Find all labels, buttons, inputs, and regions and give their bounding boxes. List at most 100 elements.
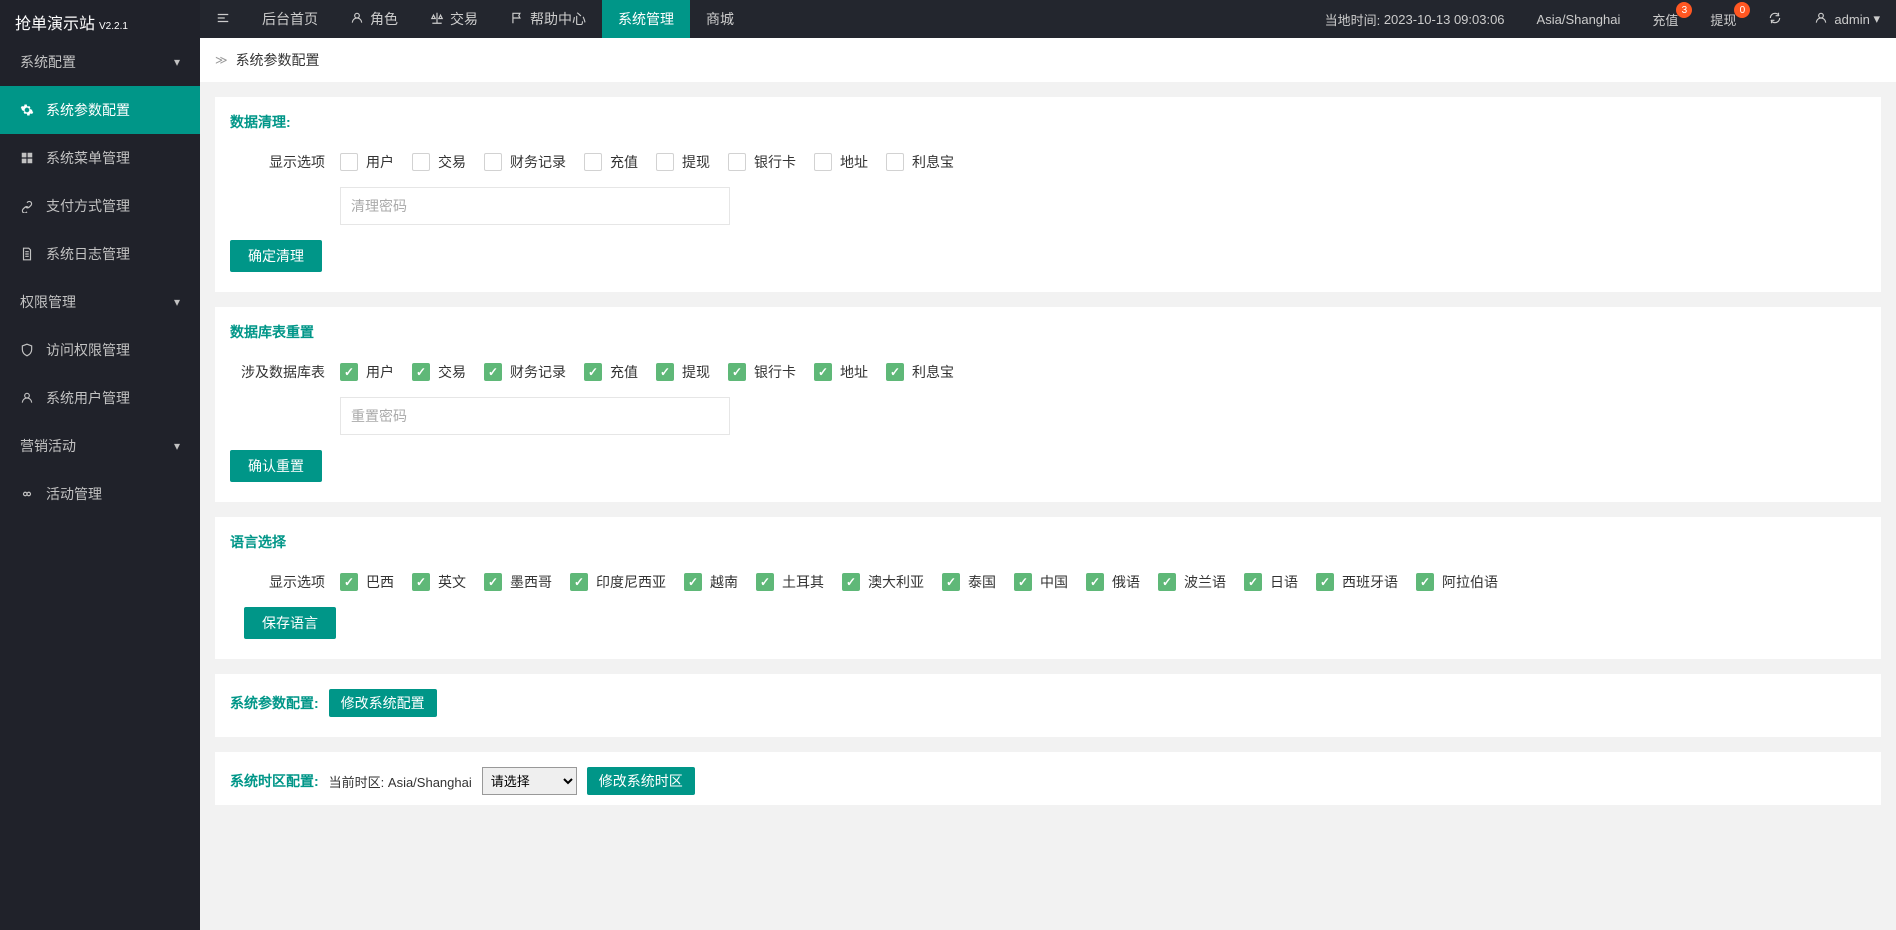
checkbox-checked-icon <box>842 573 860 591</box>
checkbox-recharge[interactable]: 充值 <box>584 362 638 382</box>
checkbox-lang[interactable]: 俄语 <box>1086 572 1140 592</box>
checkbox-label: 用户 <box>366 362 394 382</box>
topnav-item-home[interactable]: 后台首页 <box>246 0 334 38</box>
language-options: 巴西 英文 墨西哥 印度尼西亚 越南 土耳其 澳大利亚 泰国 中国 俄语 波兰语… <box>340 572 1498 592</box>
topnav-label: 系统管理 <box>618 9 674 29</box>
checkbox-checked-icon <box>484 363 502 381</box>
sidebar-item-system-params[interactable]: 系统参数配置 <box>0 86 200 134</box>
checkbox-label: 澳大利亚 <box>868 572 924 592</box>
checkbox-trade[interactable]: 交易 <box>412 152 466 172</box>
refresh-button[interactable] <box>1752 0 1798 38</box>
timezone-value: Asia/Shanghai <box>1537 12 1621 27</box>
checkbox-checked-icon <box>1086 573 1104 591</box>
checkbox-user[interactable]: 用户 <box>340 362 394 382</box>
checkbox-checked-icon <box>584 363 602 381</box>
menu-group-label: 系统配置 <box>20 52 76 72</box>
topnav-item-help[interactable]: 帮助中心 <box>494 0 602 38</box>
checkbox-lang[interactable]: 日语 <box>1244 572 1298 592</box>
checkbox-lang[interactable]: 阿拉伯语 <box>1416 572 1498 592</box>
menu-group-system-config[interactable]: 系统配置 ▾ <box>0 38 200 86</box>
form-label: 显示选项 <box>230 152 340 172</box>
logo-version: V2.2.1 <box>99 21 128 32</box>
checkbox-withdraw[interactable]: 提现 <box>656 362 710 382</box>
chevron-down-icon: ▾ <box>174 439 180 453</box>
sidebar-toggle[interactable] <box>200 0 246 38</box>
checkbox-label: 银行卡 <box>754 362 796 382</box>
checkbox-label: 银行卡 <box>754 152 796 172</box>
sidebar-item-label: 系统参数配置 <box>46 100 130 120</box>
sidebar-item-system-users[interactable]: 系统用户管理 <box>0 374 200 422</box>
checkbox-lang[interactable]: 印度尼西亚 <box>570 572 666 592</box>
sidebar-item-access-perm[interactable]: 访问权限管理 <box>0 326 200 374</box>
sidebar-item-label: 系统菜单管理 <box>46 148 130 168</box>
checkbox-checked-icon <box>1244 573 1262 591</box>
clean-password-input[interactable] <box>340 187 730 225</box>
checkbox-lang[interactable]: 巴西 <box>340 572 394 592</box>
main-area: 后台首页 角色 交易 帮助中心 系统管理 商城 当地时间: 2023-10-13… <box>200 0 1896 930</box>
shield-icon <box>20 343 36 357</box>
checkbox-label: 充值 <box>610 362 638 382</box>
sidebar-item-system-menu[interactable]: 系统菜单管理 <box>0 134 200 182</box>
topnav-item-role[interactable]: 角色 <box>334 0 414 38</box>
checkbox-icon <box>484 153 502 171</box>
modify-system-config-button[interactable]: 修改系统配置 <box>329 689 437 717</box>
checkbox-lang[interactable]: 西班牙语 <box>1316 572 1398 592</box>
topnav-label: 商城 <box>706 9 734 29</box>
checkbox-trade[interactable]: 交易 <box>412 362 466 382</box>
flag-icon <box>510 11 524 28</box>
menu-group-permissions[interactable]: 权限管理 ▾ <box>0 278 200 326</box>
topnav-item-system[interactable]: 系统管理 <box>602 0 690 38</box>
checkbox-icon <box>886 153 904 171</box>
recharge-badge: 3 <box>1676 2 1692 18</box>
checkbox-lang[interactable]: 土耳其 <box>756 572 824 592</box>
checkbox-user[interactable]: 用户 <box>340 152 394 172</box>
checkbox-finance[interactable]: 财务记录 <box>484 152 566 172</box>
checkbox-lang[interactable]: 泰国 <box>942 572 996 592</box>
sidebar-item-activity[interactable]: 活动管理 <box>0 470 200 518</box>
checkbox-lang[interactable]: 墨西哥 <box>484 572 552 592</box>
modify-timezone-button[interactable]: 修改系统时区 <box>587 767 695 795</box>
checkbox-label: 英文 <box>438 572 466 592</box>
checkbox-interest[interactable]: 利息宝 <box>886 362 954 382</box>
scale-icon <box>430 11 444 28</box>
save-language-button[interactable]: 保存语言 <box>244 607 336 639</box>
clean-submit-button[interactable]: 确定清理 <box>230 240 322 272</box>
checkbox-checked-icon <box>412 363 430 381</box>
checkbox-lang[interactable]: 越南 <box>684 572 738 592</box>
chevron-down-icon: ▾ <box>1873 11 1880 27</box>
topnav-item-trade[interactable]: 交易 <box>414 0 494 38</box>
checkbox-label: 泰国 <box>968 572 996 592</box>
checkbox-recharge[interactable]: 充值 <box>584 152 638 172</box>
user-menu[interactable]: admin ▾ <box>1798 0 1896 38</box>
checkbox-checked-icon <box>942 573 960 591</box>
reset-submit-button[interactable]: 确认重置 <box>230 450 322 482</box>
menu-group-marketing[interactable]: 营销活动 ▾ <box>0 422 200 470</box>
reset-password-input[interactable] <box>340 397 730 435</box>
topnav-item-mall[interactable]: 商城 <box>690 0 750 38</box>
timezone-select[interactable]: 请选择 <box>482 767 577 795</box>
form-label: 涉及数据库表 <box>230 362 340 382</box>
sidebar-item-system-log[interactable]: 系统日志管理 <box>0 230 200 278</box>
checkbox-lang[interactable]: 波兰语 <box>1158 572 1226 592</box>
checkbox-label: 西班牙语 <box>1342 572 1398 592</box>
menu-group-label: 营销活动 <box>20 436 76 456</box>
checkbox-bankcard[interactable]: 银行卡 <box>728 152 796 172</box>
sidebar-item-payment[interactable]: 支付方式管理 <box>0 182 200 230</box>
checkbox-lang[interactable]: 澳大利亚 <box>842 572 924 592</box>
doc-icon <box>20 247 36 261</box>
checkbox-bankcard[interactable]: 银行卡 <box>728 362 796 382</box>
checkbox-checked-icon <box>570 573 588 591</box>
checkbox-lang[interactable]: 中国 <box>1014 572 1068 592</box>
checkbox-interest[interactable]: 利息宝 <box>886 152 954 172</box>
infinity-icon <box>20 487 36 501</box>
panel-sys-param: 系统参数配置: 修改系统配置 <box>215 674 1881 737</box>
checkbox-finance[interactable]: 财务记录 <box>484 362 566 382</box>
checkbox-lang[interactable]: 英文 <box>412 572 466 592</box>
checkbox-withdraw[interactable]: 提现 <box>656 152 710 172</box>
topnav-recharge[interactable]: 充值 3 <box>1636 0 1694 38</box>
panel-title: 系统参数配置: <box>230 693 319 713</box>
logo: 抢单演示站 V2.2.1 <box>0 0 200 38</box>
checkbox-address[interactable]: 地址 <box>814 362 868 382</box>
checkbox-address[interactable]: 地址 <box>814 152 868 172</box>
topnav-withdraw[interactable]: 提现 0 <box>1694 0 1752 38</box>
